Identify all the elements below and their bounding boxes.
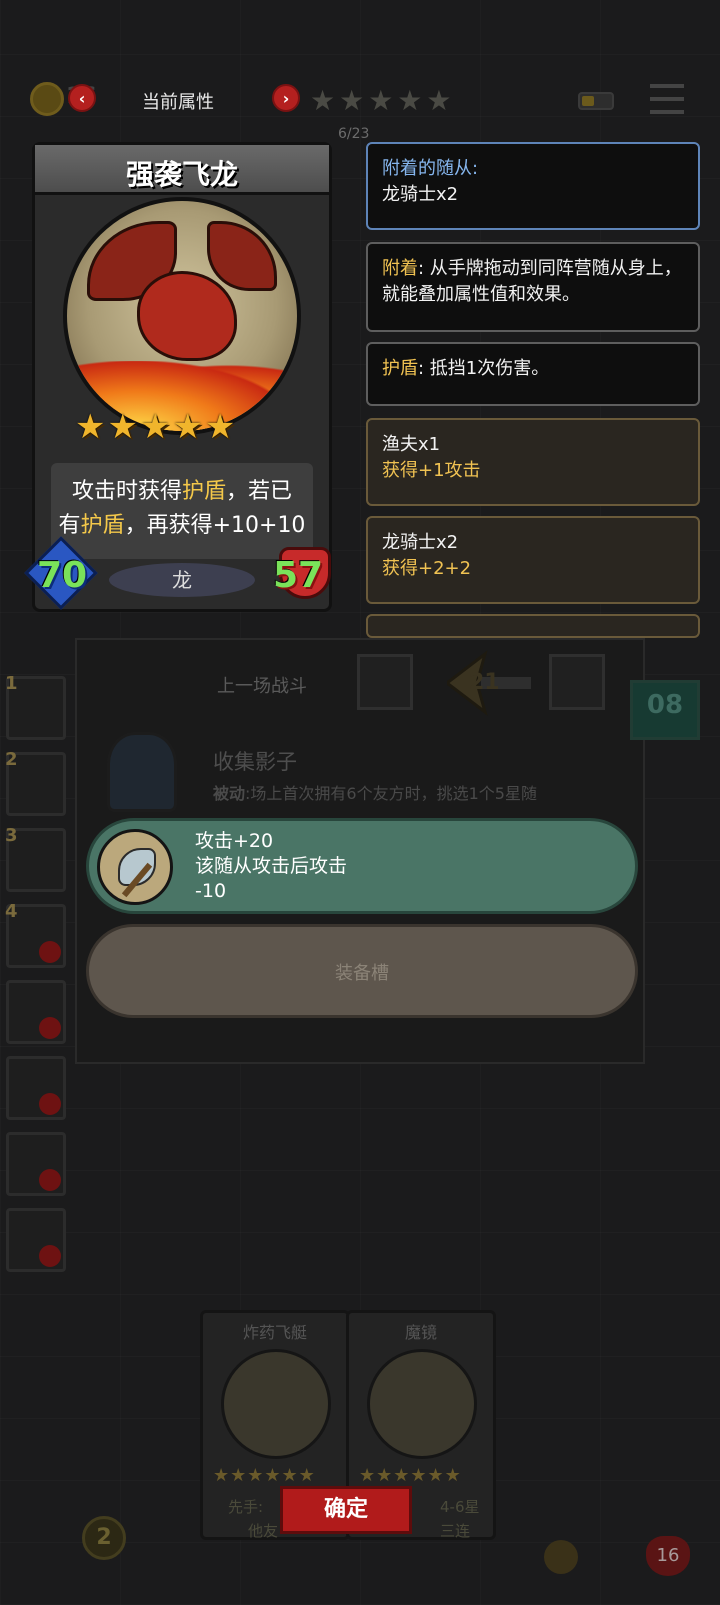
unit-slot-number: 4 <box>5 901 18 922</box>
top-bar: 16 ‹ 当前属性 › ★★★★★ 6/23 <box>0 70 720 142</box>
hand-card-stars: ★★★★★★ <box>213 1465 316 1486</box>
attached-label: 附着的随从: <box>382 158 479 179</box>
desc-text: 攻击时获得 <box>71 479 182 504</box>
equipment-line-2: 该随从攻击后攻击 <box>195 855 348 877</box>
axe-icon <box>97 829 173 905</box>
left-note-2: 他友 <box>248 1522 279 1540</box>
desc-text: 有 <box>58 513 81 538</box>
attach-rule-label: 附着 <box>382 258 418 279</box>
heart-icon: 16 <box>646 1536 690 1576</box>
desc-keyword: 护盾 <box>181 479 226 504</box>
hand-card-art <box>367 1349 477 1459</box>
bonus-panel-2: 龙骑士x2 获得+2+2 <box>366 516 700 604</box>
player-portrait[interactable] <box>549 654 605 710</box>
attached-minions-panel: 附着的随从: 龙骑士x2 <box>366 142 700 230</box>
minion-card: 强袭飞龙 ★★★★★ 攻击时获得护盾，若已 有护盾，再获得+10+10 70 5… <box>24 142 332 612</box>
skull-icon <box>39 1017 61 1039</box>
card-desc-line-2: 有护盾，再获得+10+10 <box>51 509 313 543</box>
chevron-left-icon: ‹ <box>78 88 86 108</box>
skull-icon <box>39 1169 61 1191</box>
dragon-body <box>137 271 237 361</box>
sword-value: 21 <box>469 670 500 695</box>
desc-text: ，若已 <box>226 479 293 504</box>
gold-badge: 2 <box>82 1516 126 1560</box>
bonus-title: 渔夫x1 <box>382 434 441 455</box>
unit-slot-number: 3 <box>5 825 18 846</box>
menu-icon[interactable] <box>650 84 684 114</box>
confirm-button[interactable]: 确定 <box>280 1486 412 1534</box>
shield-label: 护盾 <box>382 358 418 379</box>
hand-card-name: 炸药飞艇 <box>242 1323 307 1342</box>
shield-text: : 抵挡1次伤害。 <box>418 358 550 379</box>
battery-icon <box>578 92 614 110</box>
attach-rule-panel: 附着: 从手牌拖动到同阵营随从身上，就能叠加属性值和效果。 <box>366 242 700 332</box>
equipment-slot-label: 装备槽 <box>335 963 389 984</box>
shield-rule-panel: 护盾: 抵挡1次伤害。 <box>366 342 700 406</box>
right-note-2: 三连 <box>440 1522 471 1540</box>
next-attr-button[interactable]: › <box>272 84 300 112</box>
tribe-label: 龙 <box>109 563 255 597</box>
skill-desc-text: :场上首次拥有6个友方时，挑选1个5星随 <box>245 784 537 803</box>
bonus-title: 龙骑士x2 <box>382 532 459 553</box>
hand-card-stars: ★★★★★★ <box>359 1465 462 1486</box>
current-attr-label: 当前属性 <box>142 92 214 113</box>
left-note-1: 先手: <box>228 1498 264 1516</box>
hand-card-name: 魔镜 <box>404 1323 437 1342</box>
coin-icon <box>30 82 64 116</box>
round-counter: 08 <box>630 680 700 740</box>
desc-keyword: 护盾 <box>80 513 125 538</box>
bonus-gain: 获得+2+2 <box>382 558 472 579</box>
equipment-item[interactable]: 攻击+20 该随从攻击后攻击 -10 <box>86 818 638 914</box>
desc-text: ，再获得+10+10 <box>124 513 306 538</box>
bonus-panel-1: 渔夫x1 获得+1攻击 <box>366 418 700 506</box>
unit-slot-3[interactable]: 3 <box>5 825 66 892</box>
unit-slot-7[interactable] <box>6 1132 66 1196</box>
top-stars: ★★★★★ <box>310 84 456 117</box>
card-description: 攻击时获得护盾，若已 有护盾，再获得+10+10 <box>51 463 313 559</box>
hand-card-art <box>221 1349 331 1459</box>
bonus-gain: 获得+1攻击 <box>382 460 481 481</box>
equipment-slot[interactable]: 装备槽 <box>86 924 638 1018</box>
unit-slot-5[interactable] <box>6 980 66 1044</box>
dragon-wing <box>207 221 277 291</box>
card-desc-line-1: 攻击时获得护盾，若已 <box>51 475 313 509</box>
unit-slot-number: 2 <box>5 749 18 770</box>
bell-icon[interactable] <box>544 1540 578 1574</box>
equipment-line-1: 攻击+20 <box>195 830 274 852</box>
progress-counter: 6/23 <box>338 126 370 142</box>
attack-value: 70 <box>37 555 88 596</box>
attached-value: 龙骑士x2 <box>382 184 459 205</box>
dragon-art <box>63 197 301 435</box>
equipment-text: 攻击+20 该随从攻击后攻击 -10 <box>195 829 347 904</box>
unit-slot-1[interactable]: 1 <box>5 673 66 740</box>
right-note-1: 4-6星 <box>440 1498 480 1516</box>
skull-icon <box>39 941 61 963</box>
unit-slot-number: 1 <box>5 673 18 694</box>
skill-desc-label: 被动 <box>213 784 246 803</box>
bonus-panel-3 <box>366 614 700 638</box>
skull-icon <box>39 1245 61 1267</box>
skill-title: 收集影子 <box>213 750 297 774</box>
card-title-bar: 强袭飞龙 <box>35 145 329 195</box>
skull-icon <box>39 1093 61 1115</box>
attach-rule-text: : 从手牌拖动到同阵营随从身上，就能叠加属性值和效果。 <box>382 258 682 305</box>
prev-attr-button[interactable]: ‹ <box>68 84 96 112</box>
unit-slot-4[interactable]: 4 <box>5 901 66 968</box>
chevron-right-icon: › <box>282 88 290 108</box>
equipment-line-3: -10 <box>195 880 227 902</box>
last-battle-label: 上一场战斗 <box>217 676 307 697</box>
unit-slot-2[interactable]: 2 <box>5 749 66 816</box>
unit-slot-6[interactable] <box>6 1056 66 1120</box>
skill-desc: 被动:场上首次拥有6个友方时，挑选1个5星随 <box>213 780 537 804</box>
health-value: 57 <box>273 555 324 596</box>
ghost-icon <box>107 732 177 812</box>
unit-slot-8[interactable] <box>6 1208 66 1272</box>
enemy-portrait[interactable] <box>357 654 413 710</box>
card-name: 强袭飞龙 <box>125 158 238 191</box>
card-stars: ★★★★★ <box>75 407 238 447</box>
